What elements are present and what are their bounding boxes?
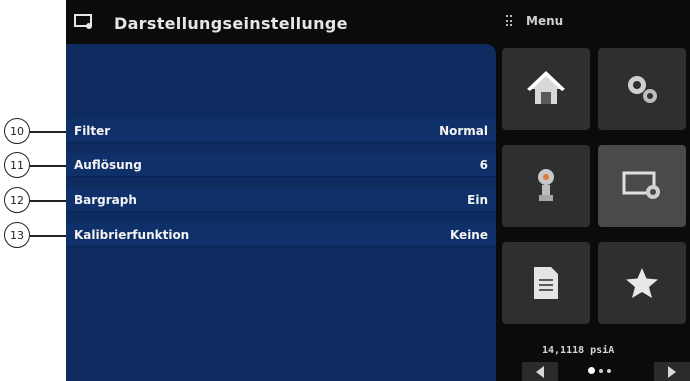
home-tile[interactable]	[502, 48, 590, 130]
callout-line-10	[30, 131, 70, 133]
callout-11: 11	[4, 152, 30, 178]
setting-value: Ein	[467, 192, 488, 207]
display-settings-tile[interactable]	[598, 145, 686, 227]
settings-gears-icon	[628, 76, 657, 103]
page-title: Darstellungseinstellunge	[114, 14, 348, 33]
settings-panel: Filter Normal Auflösung 6 Bargraph Ein K…	[66, 44, 496, 381]
setting-value: 6	[479, 157, 488, 172]
menu-header[interactable]: Menu	[506, 14, 563, 28]
display-settings-icon	[74, 14, 92, 29]
callout-line-13	[30, 235, 70, 237]
arrow-left-icon	[536, 365, 544, 378]
device-screen: Darstellungseinstellunge Menu Filter Nor…	[66, 0, 690, 381]
previous-page-button[interactable]	[522, 362, 558, 381]
callout-line-12	[30, 200, 70, 202]
setting-label: Bargraph	[74, 192, 137, 207]
setting-label: Filter	[74, 123, 111, 138]
setting-row-filter[interactable]: Filter Normal	[66, 119, 496, 143]
callout-10: 10	[4, 118, 30, 144]
menu-label: Menu	[526, 14, 564, 28]
display-settings-icon	[622, 171, 660, 199]
setting-value: Normal	[439, 123, 488, 138]
setting-value: Keine	[449, 227, 488, 242]
document-tile[interactable]	[502, 242, 590, 324]
callout-line-11	[30, 165, 70, 167]
menu-pager	[522, 362, 690, 381]
sensor-icon	[538, 169, 554, 201]
next-page-button[interactable]	[654, 362, 690, 381]
setting-label: Auflösung	[74, 157, 142, 172]
settings-tile[interactable]	[598, 48, 686, 130]
document-icon	[534, 267, 558, 299]
setting-label: Kalibrierfunktion	[74, 227, 190, 242]
grip-icon	[506, 15, 514, 27]
page-indicator	[588, 367, 611, 374]
favorites-tile[interactable]	[598, 242, 686, 324]
callout-13: 13	[4, 222, 30, 248]
setting-row-resolution[interactable]: Auflösung 6	[66, 153, 496, 177]
home-icon	[527, 71, 565, 104]
favorite-star-icon	[626, 268, 658, 298]
callout-12: 12	[4, 187, 30, 213]
arrow-right-icon	[668, 365, 676, 378]
pressure-readout: 14,1118 psiA	[542, 345, 615, 356]
setting-row-calibration[interactable]: Kalibrierfunktion Keine	[66, 223, 496, 247]
setting-row-bargraph[interactable]: Bargraph Ein	[66, 188, 496, 212]
sensor-tile[interactable]	[502, 145, 590, 227]
title-bar: Darstellungseinstellunge	[66, 0, 496, 44]
